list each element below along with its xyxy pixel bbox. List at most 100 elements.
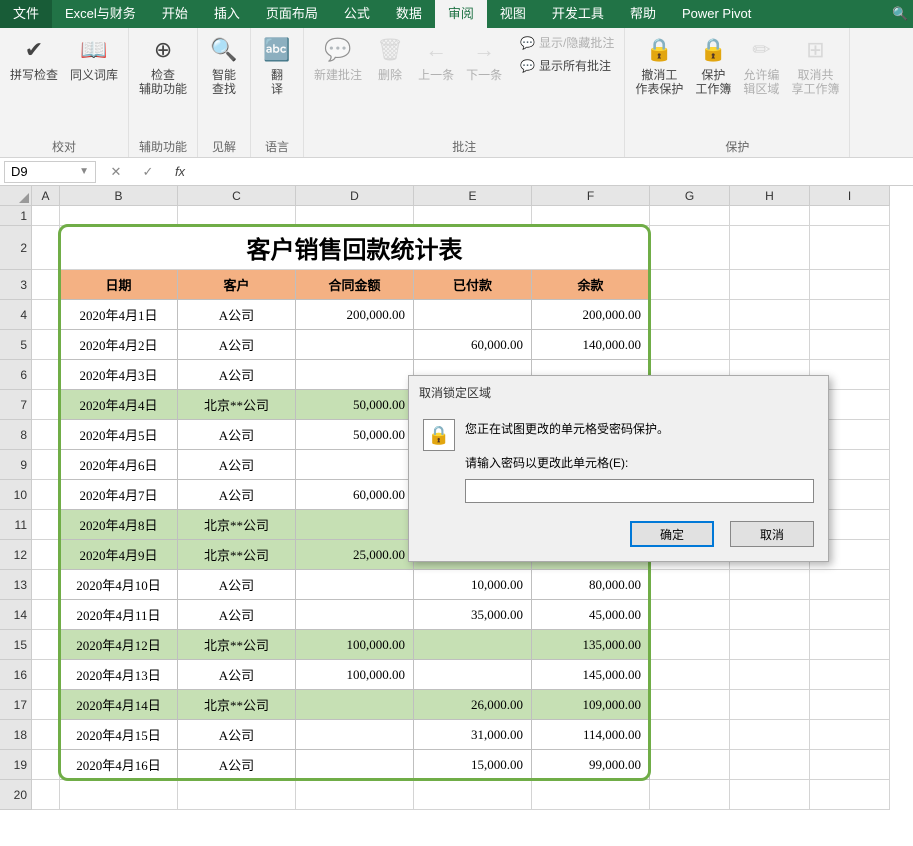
cell-F14[interactable]: 45,000.00 [532, 600, 650, 630]
cell-F3[interactable]: 余款 [532, 270, 650, 300]
cell-E5[interactable]: 60,000.00 [414, 330, 532, 360]
col-head-G[interactable]: G [650, 186, 730, 206]
cell-B14[interactable]: 2020年4月11日 [60, 600, 178, 630]
cell-D3[interactable]: 合同金额 [296, 270, 414, 300]
cell-E14[interactable]: 35,000.00 [414, 600, 532, 630]
cell-D18[interactable] [296, 720, 414, 750]
cell-H5[interactable] [730, 330, 810, 360]
cell-G14[interactable] [650, 600, 730, 630]
cell-A6[interactable] [32, 360, 60, 390]
cell-D20[interactable] [296, 780, 414, 810]
cell-H2[interactable] [730, 226, 810, 270]
cell-D19[interactable] [296, 750, 414, 780]
ribbon-btn-翻译[interactable]: 🔤翻 译 [257, 32, 297, 98]
cell-D8[interactable]: 50,000.00 [296, 420, 414, 450]
cell-D10[interactable]: 60,000.00 [296, 480, 414, 510]
cell-A12[interactable] [32, 540, 60, 570]
cell-I5[interactable] [810, 330, 890, 360]
cell-C10[interactable]: A公司 [178, 480, 296, 510]
cancel-edit-icon[interactable]: ✕ [100, 161, 132, 183]
tab-Power Pivot[interactable]: Power Pivot [669, 0, 764, 28]
cell-E16[interactable] [414, 660, 532, 690]
cell-E1[interactable] [414, 206, 532, 226]
cell-D5[interactable] [296, 330, 414, 360]
cell-C13[interactable]: A公司 [178, 570, 296, 600]
cell-D15[interactable]: 100,000.00 [296, 630, 414, 660]
cell-D16[interactable]: 100,000.00 [296, 660, 414, 690]
ribbon-check-显示所有批注[interactable]: 💬显示所有批注 [516, 55, 618, 76]
row-head-18[interactable]: 18 [0, 720, 32, 750]
cell-H16[interactable] [730, 660, 810, 690]
cell-B4[interactable]: 2020年4月1日 [60, 300, 178, 330]
row-head-12[interactable]: 12 [0, 540, 32, 570]
cell-H17[interactable] [730, 690, 810, 720]
password-input[interactable] [465, 479, 814, 503]
row-head-4[interactable]: 4 [0, 300, 32, 330]
ribbon-btn-保护工作簿[interactable]: 🔒保护 工作簿 [691, 32, 735, 98]
cell-I17[interactable] [810, 690, 890, 720]
cell-E13[interactable]: 10,000.00 [414, 570, 532, 600]
tab-视图[interactable]: 视图 [487, 0, 539, 28]
cell-E4[interactable] [414, 300, 532, 330]
cell-B5[interactable]: 2020年4月2日 [60, 330, 178, 360]
row-head-9[interactable]: 9 [0, 450, 32, 480]
cell-G17[interactable] [650, 690, 730, 720]
cell-D12[interactable]: 25,000.00 [296, 540, 414, 570]
col-head-H[interactable]: H [730, 186, 810, 206]
cell-A11[interactable] [32, 510, 60, 540]
cell-D1[interactable] [296, 206, 414, 226]
cell-F18[interactable]: 114,000.00 [532, 720, 650, 750]
tab-公式[interactable]: 公式 [331, 0, 383, 28]
row-head-6[interactable]: 6 [0, 360, 32, 390]
col-head-B[interactable]: B [60, 186, 178, 206]
cell-G1[interactable] [650, 206, 730, 226]
row-head-5[interactable]: 5 [0, 330, 32, 360]
cell-G5[interactable] [650, 330, 730, 360]
cell-A8[interactable] [32, 420, 60, 450]
tab-开始[interactable]: 开始 [149, 0, 201, 28]
cell-C17[interactable]: 北京**公司 [178, 690, 296, 720]
cell-G3[interactable] [650, 270, 730, 300]
cell-A3[interactable] [32, 270, 60, 300]
cell-B18[interactable]: 2020年4月15日 [60, 720, 178, 750]
cell-I16[interactable] [810, 660, 890, 690]
cell-B9[interactable]: 2020年4月6日 [60, 450, 178, 480]
cell-A16[interactable] [32, 660, 60, 690]
cell-D6[interactable] [296, 360, 414, 390]
search-icon[interactable]: 🔍 [888, 6, 913, 22]
cell-B16[interactable]: 2020年4月13日 [60, 660, 178, 690]
cell-E15[interactable] [414, 630, 532, 660]
confirm-edit-icon[interactable]: ✓ [132, 161, 164, 183]
cell-B11[interactable]: 2020年4月8日 [60, 510, 178, 540]
cell-B7[interactable]: 2020年4月4日 [60, 390, 178, 420]
cell-C5[interactable]: A公司 [178, 330, 296, 360]
cell-I15[interactable] [810, 630, 890, 660]
cell-I2[interactable] [810, 226, 890, 270]
ribbon-btn-撤消工作表保护[interactable]: 🔒撤消工 作表保护 [631, 32, 687, 98]
row-head-15[interactable]: 15 [0, 630, 32, 660]
col-head-F[interactable]: F [532, 186, 650, 206]
cell-H4[interactable] [730, 300, 810, 330]
cell-D11[interactable] [296, 510, 414, 540]
cell-I20[interactable] [810, 780, 890, 810]
cell-F1[interactable] [532, 206, 650, 226]
cell-C20[interactable] [178, 780, 296, 810]
cell-H13[interactable] [730, 570, 810, 600]
col-head-C[interactable]: C [178, 186, 296, 206]
cell-E18[interactable]: 31,000.00 [414, 720, 532, 750]
ribbon-btn-智能查找[interactable]: 🔍智能 查找 [204, 32, 244, 98]
row-head-10[interactable]: 10 [0, 480, 32, 510]
cell-I3[interactable] [810, 270, 890, 300]
cell-E19[interactable]: 15,000.00 [414, 750, 532, 780]
cell-I13[interactable] [810, 570, 890, 600]
row-head-14[interactable]: 14 [0, 600, 32, 630]
cell-B3[interactable]: 日期 [60, 270, 178, 300]
cell-C4[interactable]: A公司 [178, 300, 296, 330]
row-head-2[interactable]: 2 [0, 226, 32, 270]
cell-F4[interactable]: 200,000.00 [532, 300, 650, 330]
cell-E3[interactable]: 已付款 [414, 270, 532, 300]
cell-B15[interactable]: 2020年4月12日 [60, 630, 178, 660]
cell-C19[interactable]: A公司 [178, 750, 296, 780]
cell-A20[interactable] [32, 780, 60, 810]
cell-A13[interactable] [32, 570, 60, 600]
